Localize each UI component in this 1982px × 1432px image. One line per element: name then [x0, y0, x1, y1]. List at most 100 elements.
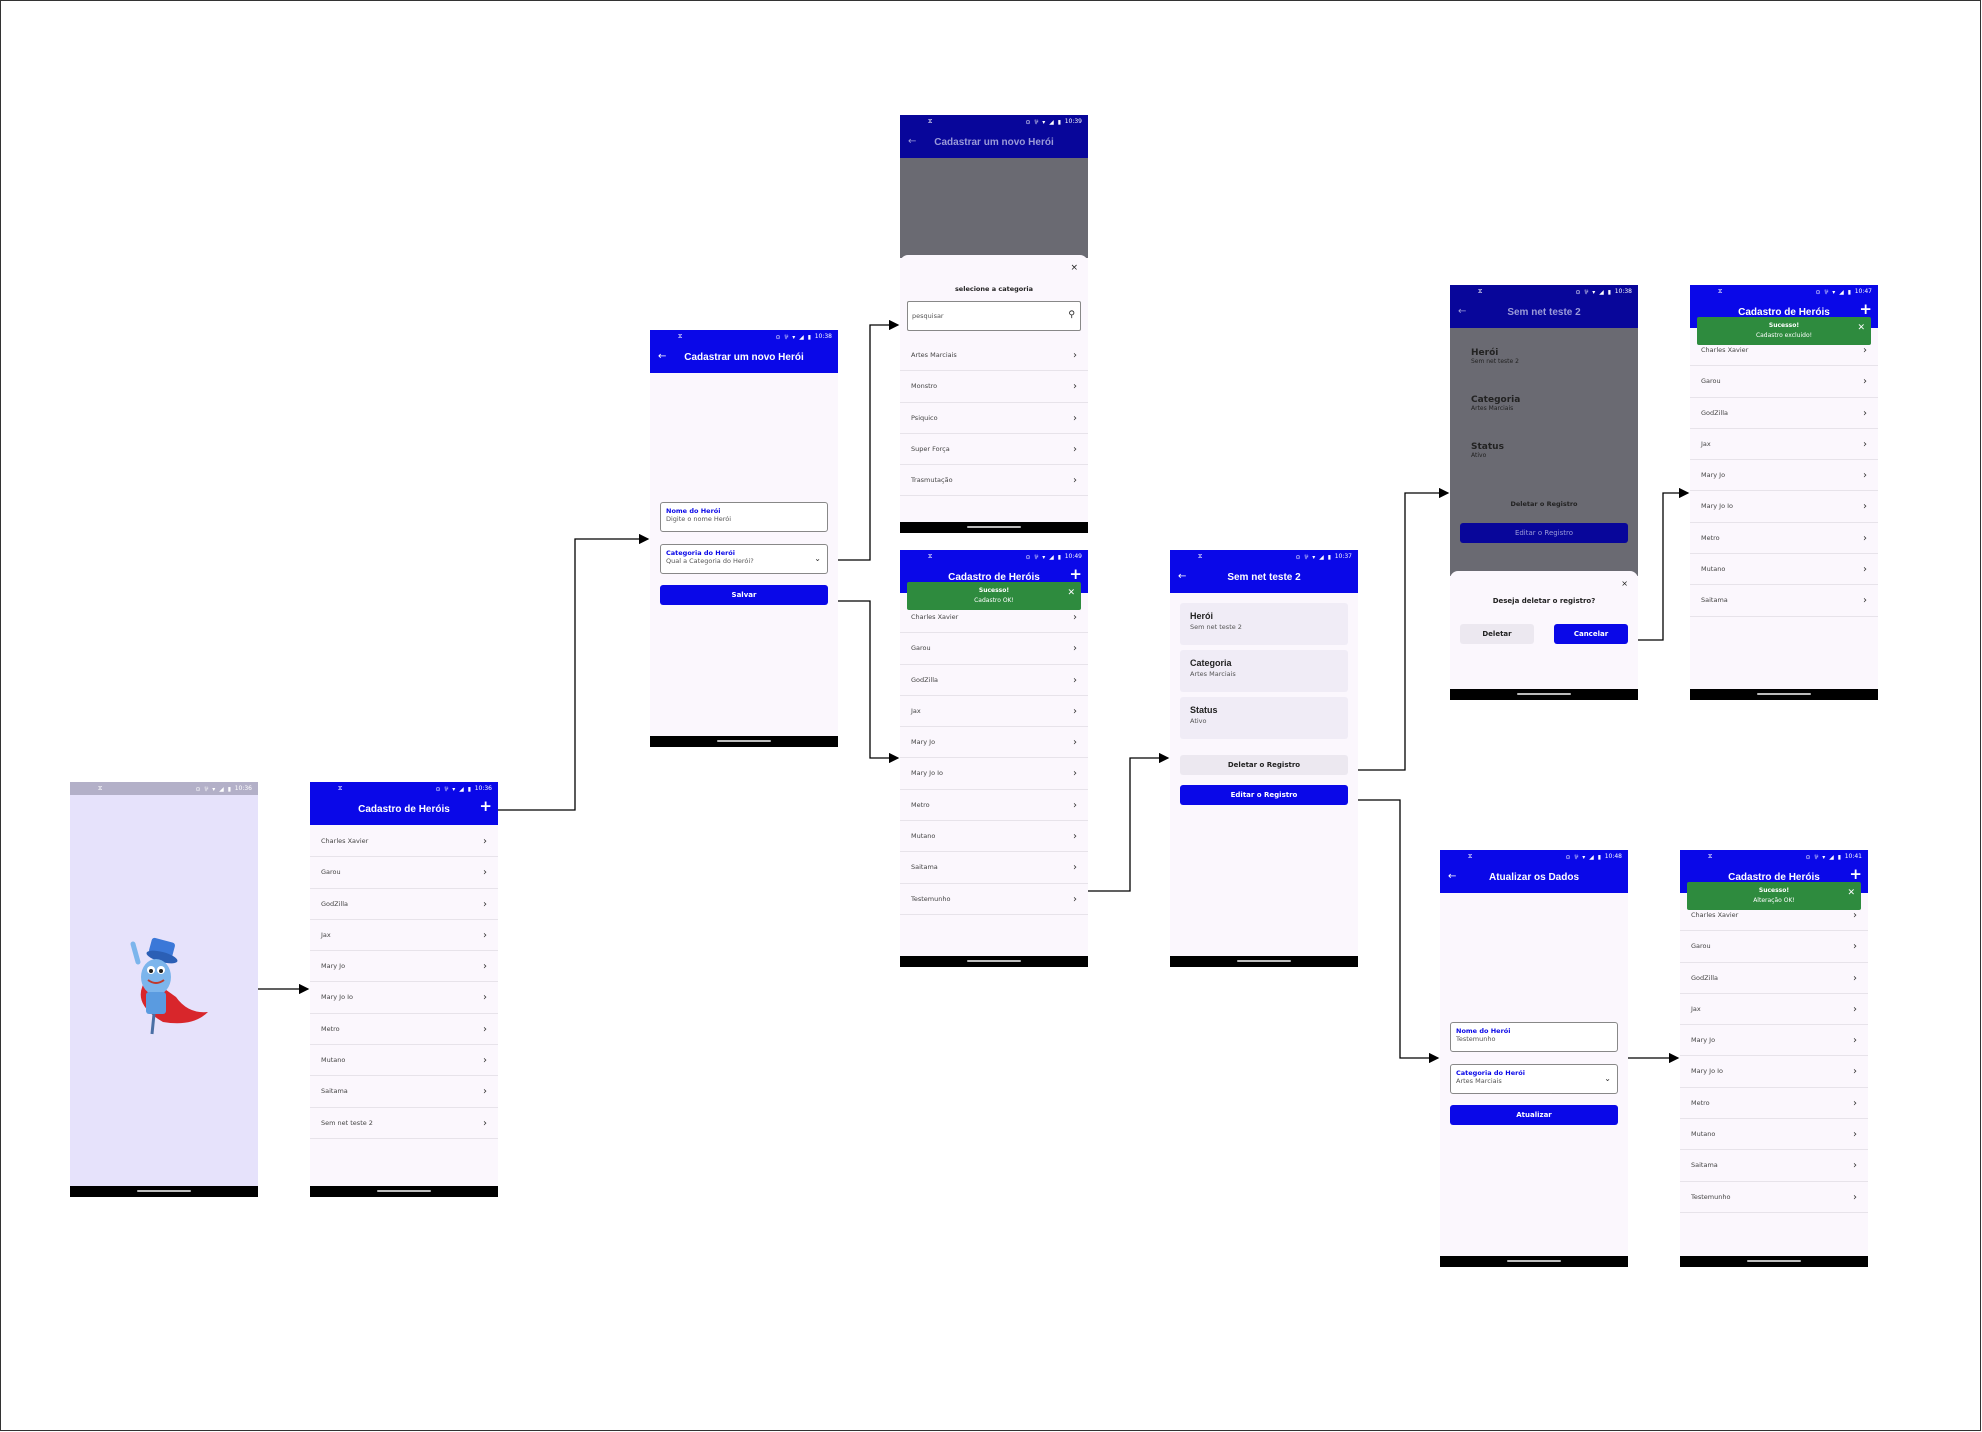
app-bar: ← Cadastrar um novo Herói — [900, 128, 1088, 158]
list-item[interactable]: Jax › — [1690, 429, 1878, 461]
list-item[interactable]: Metro › — [1680, 1088, 1868, 1120]
list-item[interactable]: Jax › — [900, 696, 1088, 728]
close-icon[interactable]: ✕ — [1857, 323, 1865, 333]
list-item[interactable]: Psiquico › — [900, 403, 1088, 434]
card-value: Artes Marciais — [1471, 405, 1514, 412]
list-item[interactable]: Artes Marciais › — [900, 340, 1088, 372]
plus-icon[interactable]: + — [1849, 867, 1862, 882]
list-item[interactable]: Mutano › — [310, 1045, 498, 1077]
close-icon[interactable]: × — [1621, 579, 1628, 588]
list-item[interactable]: Saitama › — [1690, 585, 1878, 617]
list-item[interactable]: GodZilla › — [1680, 963, 1868, 994]
chevron-right-icon: › — [483, 929, 487, 941]
list-item[interactable]: Jax › — [1680, 994, 1868, 1026]
cancel-button[interactable]: Cancelar — [1554, 624, 1628, 644]
list-item-label: Saitama — [321, 1087, 348, 1096]
list-item[interactable]: Garou › — [1680, 931, 1868, 963]
list-item[interactable]: Mary Jo › — [1680, 1025, 1868, 1057]
list-item[interactable]: Mary Jo Io › — [900, 758, 1088, 790]
list-item[interactable]: Mary Jo Io › — [1680, 1056, 1868, 1088]
delete-button: Deletar o Registro — [1510, 500, 1578, 508]
hero-category-select[interactable]: Categoria do Herói Qual a Categoria do H… — [660, 544, 828, 574]
sheet-heading: selecione a categoria — [954, 285, 1034, 293]
list-item-label: Mary Jo — [1691, 1036, 1716, 1045]
list-item[interactable]: Saitama › — [900, 852, 1088, 884]
plus-icon[interactable]: + — [1859, 302, 1872, 317]
status-time: 10:38 — [1614, 288, 1632, 295]
chevron-right-icon: › — [1073, 443, 1077, 455]
status-time: 10:36 — [474, 785, 492, 792]
list-item[interactable]: Metro › — [900, 790, 1088, 822]
list-item-label: Mutano — [1701, 565, 1726, 574]
list-item[interactable]: Mary Jo › — [310, 951, 498, 983]
plus-icon[interactable]: + — [479, 799, 492, 814]
list-item[interactable]: Trasmutação › — [900, 465, 1088, 497]
toast-message: Cadastro excluido! — [1755, 332, 1813, 339]
page-title: Cadastro de Heróis — [358, 804, 450, 815]
list-item[interactable]: GodZilla › — [1690, 398, 1878, 429]
hero-name-field[interactable]: Nome do Herói Testemunho — [1450, 1022, 1618, 1052]
field-value: Testemunho — [1456, 1035, 1496, 1043]
chevron-right-icon: › — [1853, 1035, 1857, 1047]
list-item[interactable]: Mary Jo Io › — [1690, 491, 1878, 523]
app-logo-icon: ⧖ — [1198, 553, 1203, 560]
hero-category-select[interactable]: Categoria do Herói Artes Marciais ⌄ — [1450, 1064, 1618, 1094]
card-label: Categoria — [1190, 658, 1232, 668]
list-item[interactable]: Monstro › — [900, 371, 1088, 403]
update-button[interactable]: Atualizar — [1450, 1105, 1618, 1125]
chevron-right-icon: › — [1073, 350, 1077, 361]
list-item-label: Testemunho — [1691, 1192, 1731, 1201]
search-icon[interactable]: ⚲ — [1068, 310, 1075, 320]
plus-icon[interactable]: + — [1069, 567, 1082, 582]
list-item[interactable]: Jax › — [310, 920, 498, 952]
superhero-mascot-icon — [130, 937, 208, 1035]
nav-bar — [1690, 689, 1878, 700]
list-item-label: Charles Xavier — [911, 613, 959, 621]
list-item-label: Artes Marciais — [911, 351, 957, 359]
close-icon[interactable]: ✕ — [1067, 588, 1075, 598]
signal-icons: ⊙ ⅌ ▾ ◢ ▮ — [1805, 854, 1842, 861]
card-value: Ativo — [1190, 717, 1207, 725]
list-item[interactable]: Garou › — [900, 633, 1088, 665]
list-item[interactable]: Metro › — [310, 1014, 498, 1046]
list-item[interactable]: Testemunho › — [900, 884, 1088, 915]
list-item[interactable]: Mutano › — [900, 821, 1088, 853]
list-item[interactable]: Sem net teste 2 › — [310, 1108, 498, 1139]
list-item[interactable]: Saitama › — [310, 1076, 498, 1108]
edit-button[interactable]: Editar o Registro — [1180, 785, 1348, 805]
category-card: Categoria Artes Marciais — [1471, 395, 1520, 412]
status-time: 10:36 — [234, 785, 252, 792]
page-title: Atualizar os Dados — [1488, 872, 1580, 883]
list-item[interactable]: Metro › — [1690, 523, 1878, 555]
list-item[interactable]: GodZilla › — [310, 889, 498, 920]
hero-card: Herói Sem net teste 2 — [1471, 348, 1519, 365]
list-item[interactable]: GodZilla › — [900, 665, 1088, 696]
list-item-label: Mary Jo — [911, 738, 936, 747]
field-label: Categoria do Herói — [666, 549, 736, 557]
close-icon[interactable]: × — [1070, 263, 1078, 273]
search-input[interactable]: pesquisar ⚲ — [907, 301, 1081, 331]
confirm-delete-button[interactable]: Deletar — [1460, 624, 1534, 644]
close-icon[interactable]: ✕ — [1847, 888, 1855, 898]
signal-icons: ⊙ ⅌ ▾ ◢ ▮ — [1295, 554, 1332, 561]
list-item[interactable]: Mary Jo › — [1690, 460, 1878, 492]
save-button[interactable]: Salvar — [660, 585, 828, 605]
list-item[interactable]: Super Força › — [900, 434, 1088, 466]
list-item[interactable]: Mary Jo › — [900, 727, 1088, 759]
list-item[interactable]: Mutano › — [1680, 1119, 1868, 1151]
list-item-label: Saitama — [911, 863, 938, 872]
chevron-right-icon: › — [1863, 532, 1867, 544]
list-item[interactable]: Testemunho › — [1680, 1182, 1868, 1213]
hero-name-field[interactable]: Nome do Herói Digite o nome Herói — [660, 502, 828, 532]
list-item[interactable]: Saitama › — [1680, 1150, 1868, 1182]
hero-list-screen: ⧖ ⊙ ⅌ ▾ ◢ ▮ 10:36 Cadastro de Heróis + C… — [310, 782, 498, 1197]
list-item-label: Metro — [1691, 1098, 1710, 1107]
list-item[interactable]: Mutano › — [1690, 554, 1878, 586]
list-item[interactable]: Garou › — [1690, 366, 1878, 398]
list-item[interactable]: Mary Jo Io › — [310, 982, 498, 1014]
list-item[interactable]: Garou › — [310, 857, 498, 889]
hero-detail-screen: ⧖ ⊙ ⅌ ▾ ◢ ▮ 10:37 ← Sem net teste 2 Heró… — [1170, 550, 1358, 967]
delete-button[interactable]: Deletar o Registro — [1180, 755, 1348, 775]
list-item[interactable]: Charles Xavier › — [310, 826, 498, 858]
app-bar: ← Sem net teste 2 — [1170, 563, 1358, 593]
